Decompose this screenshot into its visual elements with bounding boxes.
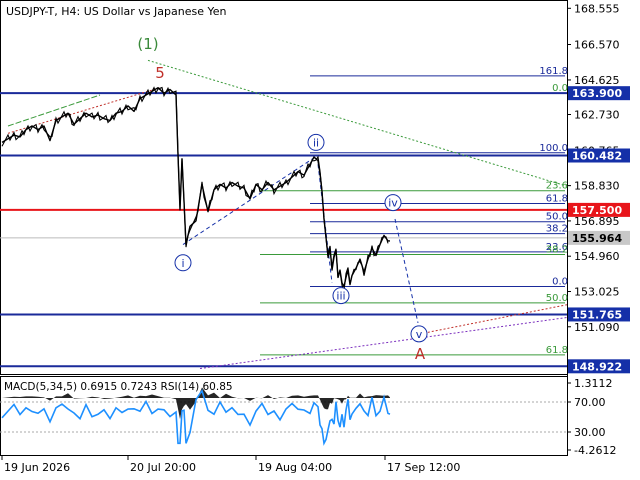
fib-level-label: 50.0 <box>546 212 568 223</box>
indicator-axis-tick-label: 30.00 <box>574 426 606 439</box>
main-chart-frame <box>0 0 568 375</box>
chart-title: USDJPY-T, H4: US Dollar vs Japanese Yen <box>6 5 227 18</box>
fib-level-label: 100.0 <box>539 143 568 154</box>
price-axis-tick-label: 154.960 <box>574 250 620 263</box>
wave-label-text: 5 <box>155 64 165 82</box>
wave-label-text: i <box>181 257 184 270</box>
price-level-tag-label: 157.500 <box>572 204 622 217</box>
trend-lines-layer <box>7 59 568 370</box>
fib-level-label: 38.2 <box>546 224 568 235</box>
fib-level-label: 50.0 <box>546 293 568 304</box>
time-axis-tick-label: 19 Jun 2026 <box>4 461 70 474</box>
lower-trendline <box>199 316 568 370</box>
price-series-layer <box>1 86 390 293</box>
price-axis-tick-label: 168.555 <box>574 2 620 15</box>
time-axis-tick-label: 19 Aug 04:00 <box>258 461 332 474</box>
time-axis-tick-label: 20 Jul 20:00 <box>130 461 196 474</box>
wave-label-text: v <box>416 328 423 341</box>
price-series-line <box>1 86 390 288</box>
price-axis-tick-label: 158.830 <box>574 180 620 193</box>
fib-level-label: 0.0 <box>552 276 568 287</box>
fib-level-label: 61.8 <box>546 194 568 205</box>
red-projection <box>419 304 568 335</box>
price-axis-tick-label: 166.570 <box>574 38 620 51</box>
price-level-tag-label: 160.482 <box>572 150 622 163</box>
price-axis-tick-label: 151.090 <box>574 321 620 334</box>
fib-level-label: 38.2 <box>546 245 568 256</box>
time-axis-tick-label: 17 Sep 12:00 <box>387 461 460 474</box>
price-level-tag-label: 163.900 <box>572 87 622 100</box>
price-level-tag-label: 148.922 <box>572 360 622 373</box>
fib-level-label: 61.8 <box>546 345 568 356</box>
chart-root: 161.80.0100.023.661.850.038.223.638.20.0… <box>0 0 630 474</box>
fib-level-label: 23.6 <box>546 181 568 192</box>
indicator-axis-tick-label: 70.00 <box>574 396 606 409</box>
wave-i-ii-line <box>182 154 319 245</box>
price-axis-tick-label: 153.025 <box>574 285 620 298</box>
price-level-tag-label: 155.964 <box>572 232 622 245</box>
wave-label-text: (1) <box>137 35 158 53</box>
green-early-channel <box>7 94 101 127</box>
time-axis-layer: 19 Jun 2026 20 Jul 20:00 19 Aug 04:00 17 Se… <box>1 456 460 474</box>
price-axis-tick-label: 164.625 <box>574 74 620 87</box>
wave-label-text: A <box>415 345 426 363</box>
fib-level-label: 161.8 <box>539 66 568 77</box>
price-axis-layer: 168.555166.570164.625162.730160.765158.8… <box>567 2 620 334</box>
price-axis-tick-label: 162.730 <box>574 109 620 122</box>
indicator-axis-tick-label: 1.3112 <box>574 377 613 390</box>
level-lines-layer <box>0 92 567 368</box>
wave-label-text: ii <box>313 136 319 149</box>
indicator-axis-tick-label: -4.2612 <box>574 444 616 457</box>
wave-label-text: iv <box>388 197 398 210</box>
indicator-title: MACD(5,34,5) 0.6915 0.7243 RSI(14) 60.85 <box>4 381 233 393</box>
wave-label-text: iii <box>336 290 345 303</box>
price-level-tag-label: 151.765 <box>572 308 622 321</box>
green-trendline <box>147 59 568 187</box>
wave-iv-v-line <box>394 218 419 324</box>
